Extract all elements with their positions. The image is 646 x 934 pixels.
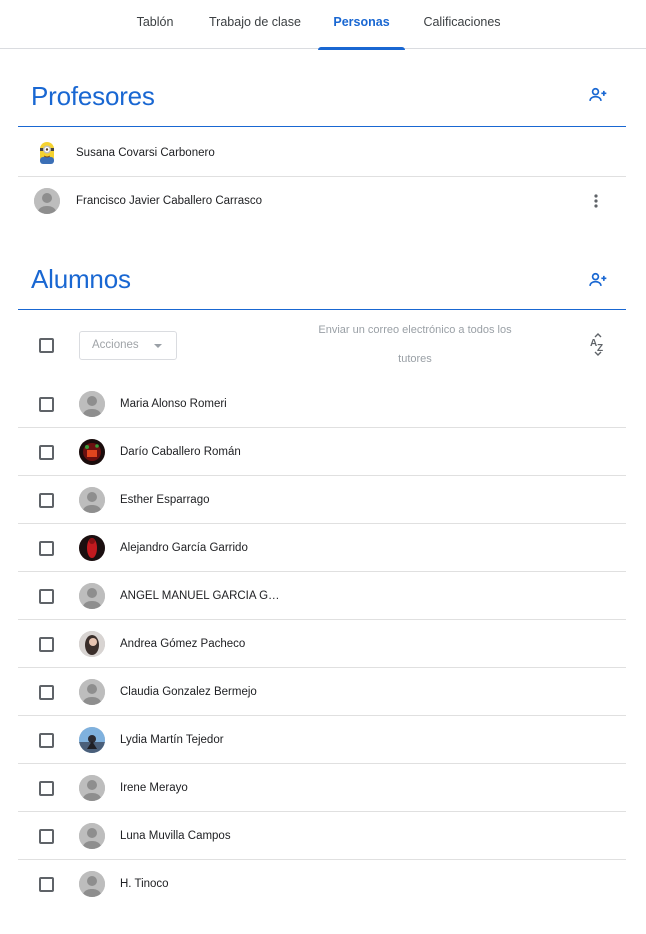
student-name: Alejandro García Garrido — [120, 542, 248, 554]
photo-portrait-avatar — [79, 631, 105, 657]
student-name: ANGEL MANUEL GARCIA G… — [120, 590, 280, 602]
sort-az-icon: A Z — [590, 333, 603, 356]
student-row: Esther Esparrago — [18, 476, 626, 524]
student-name: H. Tinoco — [120, 878, 169, 890]
student-checkbox[interactable] — [39, 445, 54, 460]
actions-label: Acciones — [92, 339, 139, 351]
student-name: Maria Alonso Romeri — [120, 398, 227, 410]
teacher-row: Susana Covarsi Carbonero — [18, 129, 626, 177]
email-all-line2: tutores — [398, 353, 432, 365]
more-options-button[interactable] — [584, 189, 608, 213]
student-checkbox[interactable] — [39, 589, 54, 604]
student-row: Irene Merayo — [18, 764, 626, 812]
student-row: Maria Alonso Romeri — [18, 380, 626, 428]
student-checkbox[interactable] — [39, 781, 54, 796]
student-name: Esther Esparrago — [120, 494, 210, 506]
default-avatar-avatar — [79, 823, 105, 849]
teacher-row: Francisco Javier Caballero Carrasco — [18, 177, 626, 225]
tab-personas[interactable]: Personas — [318, 0, 405, 50]
student-row: Andrea Gómez Pacheco — [18, 620, 626, 668]
default-avatar-avatar — [79, 775, 105, 801]
default-avatar-avatar — [79, 679, 105, 705]
student-row: Claudia Gonzalez Bermejo — [18, 668, 626, 716]
teacher-name: Francisco Javier Caballero Carrasco — [76, 195, 262, 207]
student-row: Darío Caballero Román — [18, 428, 626, 476]
student-checkbox[interactable] — [39, 733, 54, 748]
photo-dark-red-avatar — [79, 439, 105, 465]
student-checkbox[interactable] — [39, 541, 54, 556]
email-all-line1: Enviar un correo electrónico a todos los — [318, 324, 512, 336]
student-checkbox[interactable] — [39, 397, 54, 412]
more-vert-icon — [594, 194, 598, 208]
sort-button[interactable]: A Z — [585, 331, 611, 357]
student-checkbox[interactable] — [39, 877, 54, 892]
caret-down-icon — [154, 344, 162, 348]
student-row: ANGEL MANUEL GARCIA G… — [18, 572, 626, 620]
tab-calificaciones[interactable]: Calificaciones — [413, 0, 511, 49]
student-name: Claudia Gonzalez Bermejo — [120, 686, 257, 698]
student-checkbox[interactable] — [39, 637, 54, 652]
add-student-button[interactable] — [584, 266, 612, 294]
person-add-icon — [589, 272, 607, 286]
student-checkbox[interactable] — [39, 829, 54, 844]
select-all-checkbox[interactable] — [39, 338, 54, 353]
default-avatar — [34, 188, 60, 214]
top-navigation: Tablón Trabajo de clase Personas Calific… — [0, 0, 646, 50]
minion-photo-avatar — [34, 140, 60, 166]
student-row: Lydia Martín Tejedor — [18, 716, 626, 764]
actions-dropdown[interactable]: Acciones — [79, 331, 177, 360]
student-row: Alejandro García Garrido — [18, 524, 626, 572]
student-checkbox[interactable] — [39, 685, 54, 700]
student-name: Lydia Martín Tejedor — [120, 734, 224, 746]
tab-tablon[interactable]: Tablón — [125, 0, 185, 49]
default-avatar-avatar — [79, 487, 105, 513]
students-title: Alumnos — [31, 264, 131, 294]
teachers-title: Profesores — [31, 81, 155, 111]
teachers-divider — [18, 126, 626, 127]
photo-red-figure-avatar — [79, 535, 105, 561]
add-teacher-button[interactable] — [584, 81, 612, 109]
teacher-name: Susana Covarsi Carbonero — [76, 147, 215, 159]
default-avatar-avatar — [79, 583, 105, 609]
student-row: Luna Muvilla Campos — [18, 812, 626, 860]
default-avatar-avatar — [79, 391, 105, 417]
email-all-guardians-link[interactable]: Enviar un correo electrónico a todos los… — [300, 316, 530, 374]
default-avatar-avatar — [79, 871, 105, 897]
student-name: Darío Caballero Román — [120, 446, 241, 458]
student-name: Andrea Gómez Pacheco — [120, 638, 246, 650]
photo-sky-avatar — [79, 727, 105, 753]
student-checkbox[interactable] — [39, 493, 54, 508]
students-divider — [18, 309, 626, 310]
student-name: Luna Muvilla Campos — [120, 830, 231, 842]
student-name: Irene Merayo — [120, 782, 188, 794]
student-row: H. Tinoco — [18, 860, 626, 908]
tab-trabajo-de-clase[interactable]: Trabajo de clase — [200, 0, 310, 49]
person-add-icon — [589, 87, 607, 101]
